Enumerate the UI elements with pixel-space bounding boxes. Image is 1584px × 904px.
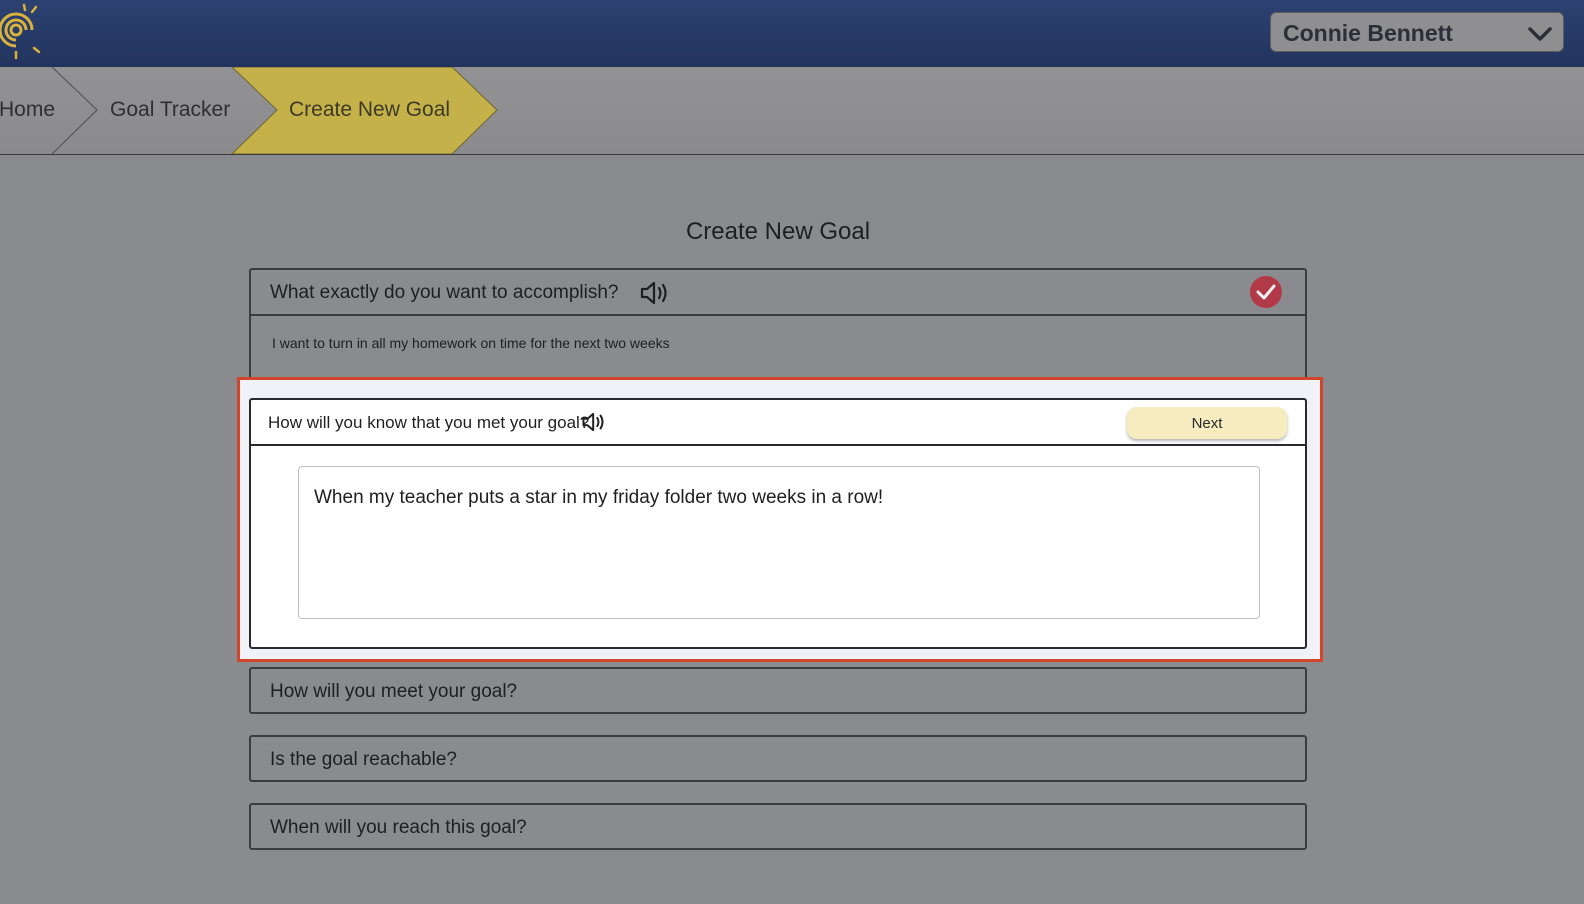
step-meet-question: How will you meet your goal? bbox=[270, 681, 518, 702]
step-know-header: How will you know that you met your goal… bbox=[251, 400, 1305, 446]
next-button[interactable]: Next bbox=[1127, 407, 1287, 439]
check-circle-icon bbox=[1250, 276, 1282, 308]
step-accomplish-panel: What exactly do you want to accomplish? … bbox=[249, 268, 1307, 380]
step-reachable-question: Is the goal reachable? bbox=[270, 749, 457, 770]
step-know-question: How will you know that you met your goal… bbox=[268, 413, 590, 432]
step-accomplish-answer: I want to turn in all my homework on tim… bbox=[272, 335, 670, 351]
breadcrumb-home[interactable]: Home bbox=[0, 98, 55, 122]
step-reachable-panel[interactable]: Is the goal reachable? bbox=[249, 735, 1307, 782]
step-accomplish-header[interactable]: What exactly do you want to accomplish? bbox=[251, 270, 1305, 316]
breadcrumb-create-new-goal: Create New Goal bbox=[289, 98, 451, 121]
sun-logo-icon bbox=[0, 3, 41, 60]
user-name: Connie Bennett bbox=[1283, 20, 1453, 46]
user-dropdown[interactable]: Connie Bennett bbox=[1270, 12, 1564, 52]
step-accomplish-question: What exactly do you want to accomplish? bbox=[270, 282, 619, 303]
top-bar: Connie Bennett bbox=[0, 0, 1584, 67]
speaker-icon[interactable] bbox=[581, 410, 607, 434]
step-meet-panel[interactable]: How will you meet your goal? bbox=[249, 667, 1307, 714]
page-title: Create New Goal bbox=[685, 218, 871, 245]
chevron-down-icon bbox=[1528, 27, 1552, 41]
step-know-panel: How will you know that you met your goal… bbox=[249, 398, 1307, 649]
step-when-question: When will you reach this goal? bbox=[270, 817, 527, 838]
goal-measure-textarea[interactable]: When my teacher puts a star in my friday… bbox=[298, 466, 1260, 619]
breadcrumb-goal-tracker[interactable]: Goal Tracker bbox=[110, 98, 230, 122]
speaker-icon[interactable] bbox=[639, 279, 671, 307]
step-when-panel[interactable]: When will you reach this goal? bbox=[249, 803, 1307, 850]
breadcrumb: Home Goal Tracker Create New Goal bbox=[0, 67, 1584, 155]
